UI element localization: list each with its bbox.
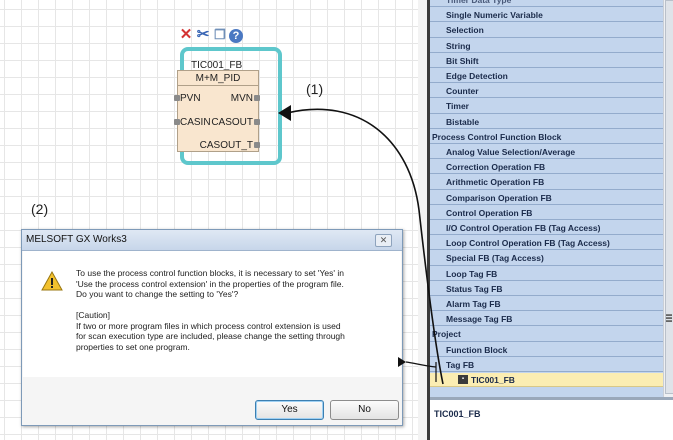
tree-item-label: Status Tag FB: [446, 283, 503, 294]
fb-node-icon: ▪: [458, 375, 468, 385]
fb-header-divider: [178, 85, 258, 86]
tree-item[interactable]: Timer: [430, 99, 663, 114]
tree-item-selected[interactable]: ▪ TIC001_FB: [430, 373, 663, 388]
tree-item[interactable]: Project: [430, 327, 663, 342]
fb-output-label: CASOUT: [211, 117, 253, 128]
fb-input-label: CASIN: [180, 117, 211, 128]
tree-item-label: Comparison Operation FB: [446, 192, 552, 203]
tree-item-label: Process Control Function Block: [432, 131, 562, 142]
tree-item-label: String: [446, 40, 471, 51]
tree-item-label: Timer: [446, 101, 469, 112]
tree-item-label: Counter: [446, 86, 479, 97]
tree-item[interactable]: Selection: [430, 23, 663, 38]
element-selection-tree: Timer Data Type Single Numeric Variable Se…: [430, 0, 663, 397]
scroll-grip-icon: ▬ ▬ ▬: [666, 312, 672, 324]
tree-item[interactable]: Bistable: [430, 115, 663, 129]
tree-item-label: Loop Control Operation FB (Tag Access): [446, 238, 610, 249]
tree-item[interactable]: Bit Shift: [430, 54, 663, 68]
fb-output-label: MVN: [230, 93, 253, 104]
tree-item-label: Analog Value Selection/Average: [446, 147, 576, 157]
tree-item[interactable]: Control Operation FB: [430, 206, 663, 220]
tree-scrollbar[interactable]: [663, 0, 673, 397]
warning-icon: [41, 271, 63, 291]
tree-item-label: Project: [432, 329, 461, 340]
dialog-titlebar[interactable]: MELSOFT GX Works3 ✕: [22, 230, 402, 251]
tree-item[interactable]: Loop Tag FB: [430, 267, 663, 281]
annotation-2: (2): [31, 201, 49, 217]
tree-item-label: Loop Tag FB: [446, 268, 498, 279]
fb-output-pin[interactable]: [254, 119, 260, 125]
tree-item-label: Special FB (Tag Access): [446, 253, 544, 264]
tree-item[interactable]: Function Block: [430, 343, 663, 357]
fb-input-pin[interactable]: [174, 95, 180, 101]
delete-icon[interactable]: ✕: [178, 27, 194, 43]
tree-item[interactable]: Status Tag FB: [430, 282, 663, 296]
tree-item[interactable]: Alarm Tag FB: [430, 297, 663, 312]
tree-item-label: Selection: [446, 25, 484, 36]
tree-item[interactable]: I/O Control Operation FB (Tag Access): [430, 221, 663, 236]
tree-item-label: Timer Data Type: [446, 0, 512, 5]
function-block[interactable]: M+M_PID PVN MVN CASIN CASOUT CASOUT_T: [177, 70, 259, 152]
tree-item[interactable]: Comparison Operation FB: [430, 191, 663, 205]
help-icon[interactable]: ?: [229, 29, 243, 43]
fb-output-pin[interactable]: [254, 95, 260, 101]
tree-item[interactable]: Tag FB: [430, 358, 663, 372]
tree-item-label: Arithmetic Operation FB: [446, 177, 545, 188]
tree-item[interactable]: Message Tag FB: [430, 312, 663, 327]
tree-item[interactable]: String: [430, 39, 663, 53]
confirm-dialog: MELSOFT GX Works3 ✕ To use the process c…: [21, 229, 403, 426]
cut-icon[interactable]: ✂: [195, 27, 211, 43]
tree-item-label: Control Operation FB: [446, 207, 533, 218]
tree-item[interactable]: Process Control Function Block: [430, 130, 663, 144]
tree-item-label: Edge Detection: [446, 71, 508, 81]
tree-item-label: Function Block: [446, 344, 508, 355]
tree-item-label: Message Tag FB: [446, 314, 513, 325]
tree-item-label: Bit Shift: [446, 55, 479, 66]
tree-item-label: Tag FB: [446, 359, 475, 370]
tree-item-label: Correction Operation FB: [446, 162, 546, 173]
tree-item[interactable]: Correction Operation FB: [430, 160, 663, 175]
fb-input-pin[interactable]: [174, 119, 180, 125]
tree-item[interactable]: Counter: [430, 84, 663, 99]
tree-item[interactable]: Arithmetic Operation FB: [430, 175, 663, 190]
dialog-title: MELSOFT GX Works3: [26, 234, 127, 245]
tree-item-label: I/O Control Operation FB (Tag Access): [446, 223, 601, 233]
tree-scrollbar-thumb[interactable]: [665, 0, 673, 394]
tree-item[interactable]: Single Numeric Variable: [430, 8, 663, 23]
fb-toolbar: ✕ ✂ ❐?: [178, 26, 244, 44]
fb-output-label: CASOUT_T: [199, 140, 253, 151]
fb-type-name: M+M_PID: [195, 73, 241, 84]
tree-item[interactable]: Special FB (Tag Access): [430, 251, 663, 266]
no-button[interactable]: No: [330, 400, 399, 420]
yes-button[interactable]: Yes: [255, 400, 324, 420]
annotation-1: (1): [306, 81, 324, 97]
tree-item[interactable]: Timer Data Type: [430, 0, 663, 8]
tree-item[interactable]: Analog Value Selection/Average: [430, 145, 663, 160]
copy-icon[interactable]: ❐: [212, 27, 228, 43]
fb-input-label: PVN: [180, 93, 201, 104]
properties-title: TIC001_FB: [434, 409, 481, 419]
fb-output-pin[interactable]: [254, 142, 260, 148]
dialog-content: To use the process control function bloc…: [23, 251, 401, 377]
properties-panel: TIC001_FB: [430, 400, 673, 440]
tree-item-label: TIC001_FB: [471, 375, 515, 385]
dialog-message: To use the process control function bloc…: [76, 268, 345, 352]
tree-item-label: Bistable: [446, 116, 480, 127]
tree-item-label: Alarm Tag FB: [446, 299, 501, 309]
editor-scroll-gap: [418, 0, 427, 440]
tree-item[interactable]: Loop Control Operation FB (Tag Access): [430, 236, 663, 251]
dialog-close-button[interactable]: ✕: [375, 234, 392, 247]
tree-item[interactable]: Edge Detection: [430, 69, 663, 84]
tree-item-label: Single Numeric Variable: [446, 10, 543, 21]
